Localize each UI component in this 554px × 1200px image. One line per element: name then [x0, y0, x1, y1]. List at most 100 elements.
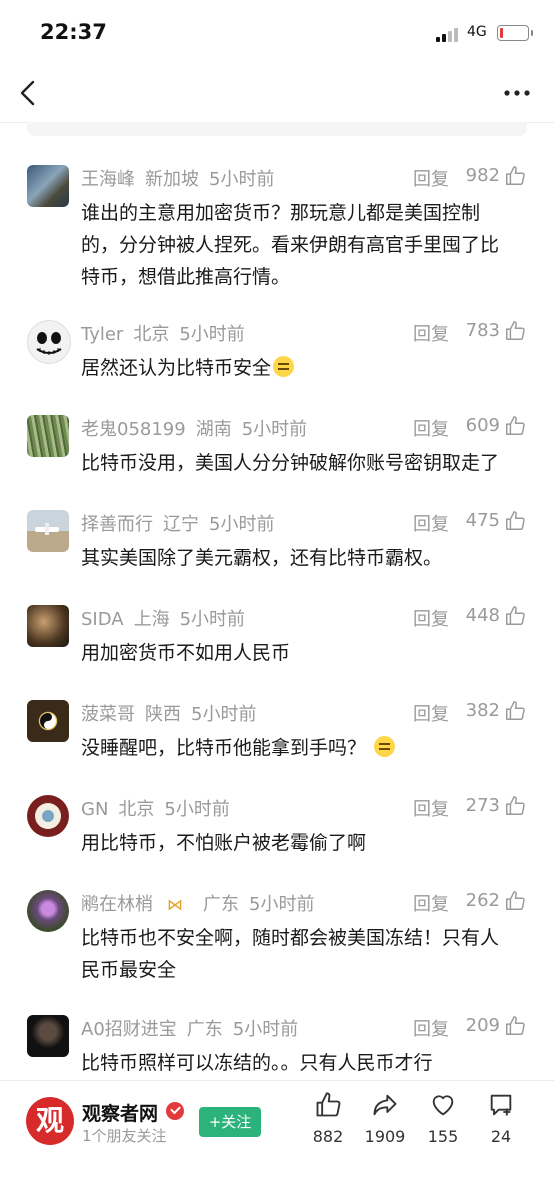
comment-meta: 鹇在林梢 ⋈ 广东 5小时前 [81, 890, 324, 916]
comment-total: 24 [490, 1127, 512, 1146]
location: 湖南 [195, 419, 232, 440]
comment-line: 民币最安全 [81, 959, 177, 981]
avatar[interactable] [27, 890, 69, 932]
location: 新加坡 [145, 169, 199, 190]
like-count: 609 [465, 415, 500, 436]
like-count: 262 [465, 890, 500, 911]
location: 广东 [203, 894, 239, 915]
username[interactable]: 老鬼058199 [81, 419, 186, 440]
comment-text: 比特币没用，美国人分分钟破解你账号密钥取走了 [81, 447, 531, 479]
location: 北京 [118, 799, 155, 820]
thumb-up-icon[interactable] [504, 605, 526, 627]
comment-text: 比特币照样可以冻结的。。只有人民币才行 [81, 1047, 531, 1079]
thumb-up-icon[interactable] [504, 320, 526, 342]
comment-text: 谁出的主意用加密货币？那玩意儿都是美国控制 的，分分钟被人捏死。看来伊朗有高官手… [81, 197, 531, 293]
comment-line: 用比特币，不怕账户被老霉偷了啊 [81, 832, 367, 854]
username[interactable]: SIDA [81, 609, 124, 630]
location: 上海 [133, 609, 170, 630]
thumb-up-icon[interactable] [504, 890, 526, 912]
thumb-up-icon[interactable] [504, 510, 526, 532]
comment-line: 比特币照样可以冻结的。。只有人民币才行 [81, 1052, 433, 1074]
laughing-crying-emoji-icon [273, 356, 295, 377]
comment-line: 比特币也不安全啊，随时都会被美国冻结！只有人 [81, 927, 500, 949]
comment-meta: 择善而行 辽宁 5小时前 [81, 510, 284, 536]
thumb-up-icon[interactable] [504, 700, 526, 722]
share-action[interactable]: 1909 [360, 1091, 410, 1146]
follow-button[interactable]: +关注 [199, 1107, 261, 1137]
verified-icon [166, 1102, 184, 1120]
avatar[interactable] [27, 415, 69, 457]
timestamp: 5小时前 [191, 704, 257, 725]
share-icon [373, 1094, 397, 1116]
back-icon[interactable] [18, 80, 40, 106]
comment-line: 的，分分钟被人捏死。看来伊朗有高官手里囤了比 [81, 234, 500, 256]
comment-text: 用加密货币不如用人民币 [81, 637, 531, 669]
comment-action[interactable]: 24 [476, 1091, 526, 1146]
comment-text: 居然还认为比特币安全 [81, 352, 531, 384]
like-count: 382 [465, 700, 500, 721]
like-count: 982 [465, 165, 500, 186]
avatar[interactable] [27, 510, 69, 552]
reply-button[interactable]: 回复 [413, 795, 449, 821]
more-icon[interactable] [500, 80, 534, 106]
comment-line: 没睡醒吧，比特币他能拿到手吗？ [81, 732, 531, 764]
thumb-up-icon[interactable] [504, 795, 526, 817]
reply-button[interactable]: 回复 [413, 415, 449, 441]
thumb-up-icon[interactable] [504, 1015, 526, 1037]
location: 广东 [186, 1019, 223, 1040]
like-count: 783 [465, 320, 500, 341]
username[interactable]: GN [81, 799, 108, 820]
comment-line: 其实美国除了美元霸权，还有比特币霸权。 [81, 547, 443, 569]
timestamp: 5小时前 [179, 609, 246, 630]
publisher-logo[interactable]: 观 [26, 1097, 74, 1145]
avatar[interactable] [27, 605, 69, 647]
timestamp: 5小时前 [164, 799, 230, 820]
thumb-up-icon[interactable] [504, 165, 526, 187]
comment-add-icon [490, 1094, 512, 1116]
comment-line: 居然还认为比特币安全 [81, 352, 531, 384]
sleepy-face-emoji-icon [374, 736, 396, 757]
signal-icon [436, 26, 462, 42]
comment-meta: Tyler 北京 5小时前 [81, 320, 255, 346]
comment-line: 特币，想借此推高行情。 [81, 266, 291, 288]
like-action[interactable]: 882 [303, 1091, 353, 1146]
battery-icon [497, 25, 533, 41]
comment-text: 用比特币，不怕账户被老霉偷了啊 [81, 827, 531, 859]
username[interactable]: 择善而行 [81, 514, 153, 535]
username[interactable]: 王海峰 [81, 169, 135, 190]
favorite-action[interactable]: 155 [418, 1091, 468, 1146]
username[interactable]: 菠菜哥 [81, 704, 135, 725]
location: 辽宁 [163, 514, 199, 535]
comment-line: 用加密货币不如用人民币 [81, 642, 291, 664]
timestamp: 5小时前 [232, 1019, 299, 1040]
comment-meta: A0招财进宝 广东 5小时前 [81, 1015, 308, 1041]
reply-button[interactable]: 回复 [413, 320, 449, 346]
thumb-up-icon[interactable] [504, 415, 526, 437]
publisher-name[interactable]: 观察者网 [82, 1099, 158, 1126]
username[interactable]: Tyler [81, 324, 123, 345]
avatar[interactable] [27, 1015, 69, 1057]
avatar[interactable] [27, 700, 69, 742]
like-count: 475 [465, 510, 500, 531]
reply-button[interactable]: 回复 [413, 510, 449, 536]
timestamp: 5小时前 [241, 419, 308, 440]
heart-icon [432, 1095, 454, 1116]
comment-meta: 菠菜哥 陕西 5小时前 [81, 700, 266, 726]
reply-button[interactable]: 回复 [413, 890, 449, 916]
comment-text: 没睡醒吧，比特币他能拿到手吗？ [81, 732, 531, 764]
username[interactable]: A0招财进宝 [81, 1019, 177, 1040]
like-count: 273 [465, 795, 500, 816]
username[interactable]: 鹇在林梢 ⋈ [81, 894, 193, 915]
comment-line: 谁出的主意用加密货币？那玩意儿都是美国控制 [81, 202, 481, 224]
reply-button[interactable]: 回复 [413, 605, 449, 631]
thumb-up-icon [316, 1092, 341, 1117]
reply-button[interactable]: 回复 [413, 700, 449, 726]
reply-button[interactable]: 回复 [413, 165, 449, 191]
location: 北京 [133, 324, 170, 345]
network-type: 4G [467, 24, 487, 40]
comment-meta: 老鬼058199 湖南 5小时前 [81, 415, 317, 441]
reply-button[interactable]: 回复 [413, 1015, 449, 1041]
avatar[interactable] [27, 165, 69, 207]
avatar[interactable] [27, 795, 69, 837]
avatar[interactable] [27, 320, 71, 364]
